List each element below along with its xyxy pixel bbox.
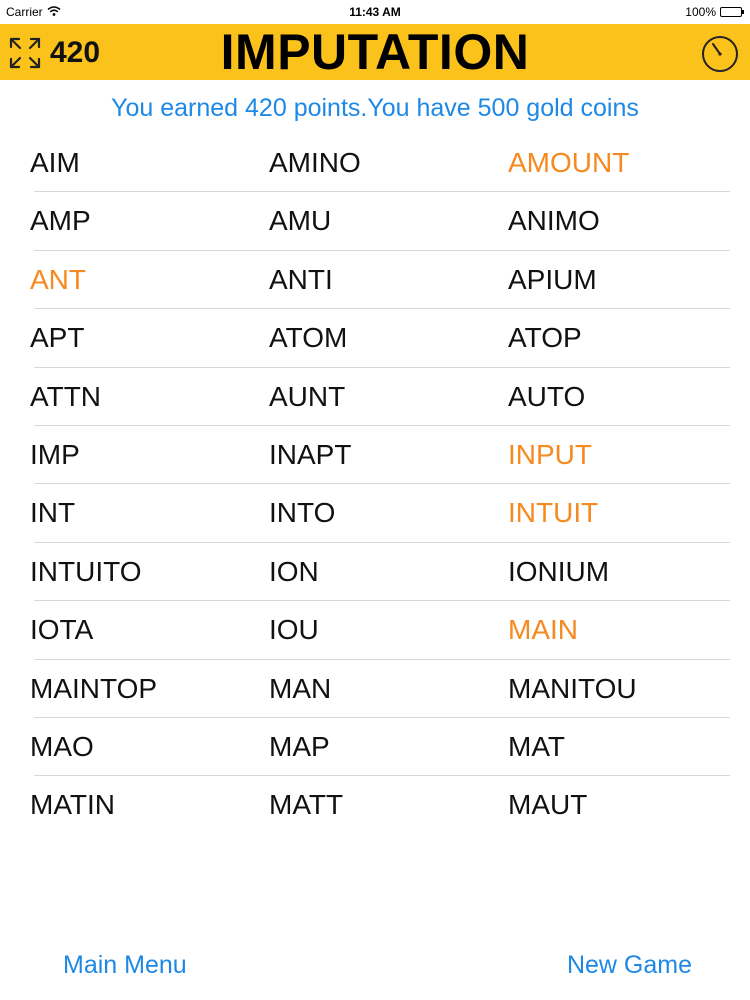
- battery-percent: 100%: [685, 5, 716, 19]
- word-item: IOU: [269, 614, 319, 646]
- status-bar: Carrier 11:43 AM 100%: [0, 0, 750, 24]
- word-row: IOTA IOU MAIN: [0, 601, 750, 660]
- word-item: MAN: [269, 672, 332, 704]
- word-item: APT: [30, 322, 85, 354]
- word-item: ANIMO: [508, 205, 600, 237]
- word-item: MAINTOP: [30, 672, 158, 704]
- word-item: ATOP: [508, 322, 582, 354]
- game-results-screen: Carrier 11:43 AM 100% 420 IMPUTATION You…: [0, 0, 750, 1000]
- puzzle-word-title: IMPUTATION: [220, 24, 530, 80]
- word-item: ATTN: [30, 380, 102, 412]
- game-header: 420 IMPUTATION: [0, 24, 750, 80]
- word-item: INT: [30, 497, 76, 529]
- word-item: MANITOU: [508, 672, 637, 704]
- word-row: MAINTOP MAN MANITOU: [0, 660, 750, 719]
- word-item: ION: [269, 555, 319, 587]
- word-row: MATIN MATT MAUT: [0, 776, 750, 834]
- status-time: 11:43 AM: [349, 5, 401, 19]
- word-item: IONIUM: [508, 555, 610, 587]
- main-menu-button[interactable]: Main Menu: [63, 948, 187, 982]
- word-item: IOTA: [30, 614, 94, 646]
- word-row: INTUITO ION IONIUM: [0, 543, 750, 602]
- word-item: AIM: [30, 147, 80, 178]
- word-item: APIUM: [508, 263, 597, 295]
- found-word: MAIN: [508, 614, 578, 646]
- word-item: AUTO: [508, 380, 586, 412]
- found-word: INTUIT: [508, 497, 599, 529]
- word-row: AMP AMU ANIMO: [0, 192, 750, 252]
- found-word: AMOUNT: [508, 147, 630, 178]
- battery-indicator: 100%: [685, 5, 744, 19]
- word-row: INT INTO INTUIT: [0, 484, 750, 544]
- word-row: ATTN AUNT AUTO: [0, 368, 750, 427]
- word-item: AMP: [30, 205, 91, 237]
- word-item: MATIN: [30, 789, 116, 821]
- found-word: INPUT: [508, 438, 592, 470]
- word-item: MAP: [269, 730, 330, 762]
- word-item: MATT: [269, 789, 344, 821]
- word-item: AMU: [269, 205, 332, 237]
- word-item: INAPT: [269, 438, 352, 470]
- new-game-button[interactable]: New Game: [567, 948, 692, 982]
- word-item: ANTI: [269, 263, 333, 295]
- word-row: IMP INAPT INPUT: [0, 426, 750, 485]
- word-list: AIM AMINO AMOUNT AMP AMU ANIMO ANT ANTI APIUM APT…: [0, 134, 750, 835]
- word-row: MAO MAP MAT: [0, 718, 750, 777]
- found-word: ANT: [30, 263, 86, 295]
- word-row: AIM AMINO AMOUNT: [0, 134, 750, 193]
- stopwatch-icon[interactable]: [700, 33, 740, 73]
- word-item: AMINO: [269, 147, 361, 178]
- word-item: MAUT: [508, 789, 588, 821]
- word-item: AUNT: [269, 380, 346, 412]
- result-message: You earned 420 points.You have 500 gold …: [111, 94, 639, 122]
- word-row: ANT ANTI APIUM: [0, 251, 750, 310]
- word-item: MAO: [30, 730, 94, 762]
- word-item: MAT: [508, 730, 566, 762]
- word-item: IMP: [30, 438, 80, 470]
- battery-icon: [720, 7, 744, 17]
- word-item: ATOM: [269, 322, 348, 354]
- word-row: APT ATOM ATOP: [0, 309, 750, 368]
- word-item: INTO: [269, 497, 336, 529]
- word-item: INTUITO: [30, 555, 142, 587]
